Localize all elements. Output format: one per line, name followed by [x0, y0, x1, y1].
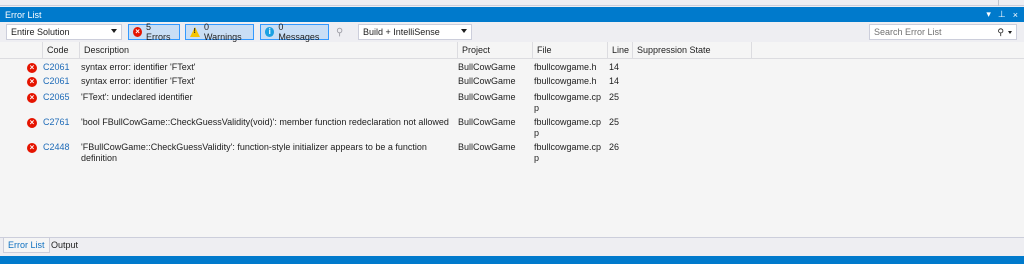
- error-file: fbullcowgame.cp: [534, 142, 602, 152]
- error-icon: ×: [27, 77, 37, 87]
- column-header-code[interactable]: Code: [42, 42, 79, 59]
- error-code-link[interactable]: C2061: [43, 76, 70, 87]
- error-code-link[interactable]: C2761: [43, 117, 70, 128]
- panel-title: Error List: [5, 9, 42, 20]
- column-header-file[interactable]: File: [532, 42, 607, 59]
- pin-icon[interactable]: ⊥: [998, 9, 1006, 20]
- filter-funnel-icon[interactable]: ⚲: [336, 27, 343, 38]
- dropdown-icon[interactable]: ▾: [986, 9, 991, 20]
- divider: [998, 0, 999, 6]
- grid-header: Code Description Project File Line Suppr…: [0, 42, 1024, 59]
- error-description: syntax error: identifier 'FText': [81, 76, 196, 86]
- error-description-wrap: definition: [81, 153, 118, 163]
- errors-filter-button[interactable]: × 5 Errors: [128, 22, 180, 42]
- error-file-wrap: p: [534, 153, 540, 163]
- error-project: BullCowGame: [458, 142, 516, 152]
- tab-error-list[interactable]: Error List: [3, 238, 50, 253]
- errors-count-label: 5 Errors: [146, 22, 171, 42]
- error-project: BullCowGame: [458, 62, 516, 72]
- chevron-down-icon: [111, 29, 117, 33]
- messages-filter-button[interactable]: i 0 Messages: [260, 22, 329, 42]
- scope-value: Entire Solution: [11, 27, 70, 37]
- error-file: fbullcowgame.cp: [534, 92, 602, 102]
- error-grid: Code Description Project File Line Suppr…: [0, 42, 1024, 237]
- top-strip: [0, 0, 1024, 6]
- error-project: BullCowGame: [458, 117, 516, 127]
- error-description: 'bool FBullCowGame::CheckGuessValidity(v…: [81, 117, 449, 127]
- table-row[interactable]: × C2061 syntax error: identifier 'FText'…: [0, 76, 1024, 90]
- error-file: fbullcowgame.h: [534, 76, 597, 86]
- column-header-suppression-state[interactable]: Suppression State: [632, 42, 752, 59]
- error-file-wrap: p: [534, 128, 540, 138]
- panel-titlebar: Error List ▾ ⊥ ×: [0, 7, 1024, 22]
- error-code-link[interactable]: C2448: [43, 142, 70, 153]
- search-placeholder: Search Error List: [874, 27, 942, 37]
- column-header-description[interactable]: Description: [79, 42, 457, 59]
- chevron-down-icon: [461, 29, 467, 33]
- error-project: BullCowGame: [458, 76, 516, 86]
- warnings-filter-button[interactable]: 0 Warnings: [185, 22, 254, 42]
- error-project: BullCowGame: [458, 92, 516, 102]
- info-icon: i: [265, 27, 275, 37]
- scope-select[interactable]: Entire Solution: [6, 24, 122, 40]
- search-icon[interactable]: ⚲: [997, 27, 1004, 38]
- messages-count-label: 0 Messages: [278, 22, 320, 42]
- search-options-icon[interactable]: [1008, 31, 1012, 34]
- error-file-wrap: p: [534, 103, 540, 113]
- error-description: 'FBullCowGame::CheckGuessValidity': func…: [81, 142, 427, 152]
- error-description: 'FText': undeclared identifier: [81, 92, 193, 102]
- column-header-project[interactable]: Project: [457, 42, 532, 59]
- search-input[interactable]: Search Error List ⚲: [869, 24, 1017, 40]
- close-icon[interactable]: ×: [1013, 10, 1018, 20]
- error-icon: ×: [27, 63, 37, 73]
- error-file: fbullcowgame.cp: [534, 117, 602, 127]
- table-row[interactable]: × C2761 'bool FBullCowGame::CheckGuessVa…: [0, 117, 1024, 141]
- status-bar: [0, 256, 1024, 264]
- table-row[interactable]: × C2065 'FText': undeclared identifier B…: [0, 92, 1024, 116]
- error-line: 14: [609, 76, 620, 86]
- column-header-line[interactable]: Line: [607, 42, 632, 59]
- error-line: 25: [609, 117, 620, 127]
- build-source-value: Build + IntelliSense: [363, 27, 440, 37]
- table-row[interactable]: × C2448 'FBullCowGame::CheckGuessValidit…: [0, 142, 1024, 166]
- error-file: fbullcowgame.h: [534, 62, 597, 72]
- bottom-tab-strip: Error List Output: [0, 237, 1024, 253]
- error-description: syntax error: identifier 'FText': [81, 62, 196, 72]
- warning-icon: [190, 27, 200, 37]
- error-icon: ×: [27, 93, 37, 103]
- error-icon: ×: [27, 118, 37, 128]
- error-code-link[interactable]: C2065: [43, 92, 70, 103]
- error-line: 26: [609, 142, 620, 152]
- tab-output[interactable]: Output: [47, 238, 82, 253]
- error-icon: ×: [133, 27, 143, 37]
- build-source-select[interactable]: Build + IntelliSense: [358, 24, 472, 40]
- warnings-count-label: 0 Warnings: [204, 22, 242, 42]
- error-line: 25: [609, 92, 620, 102]
- error-code-link[interactable]: C2061: [43, 62, 70, 73]
- error-line: 14: [609, 62, 620, 72]
- window-controls: ▾ ⊥ ×: [986, 7, 1018, 22]
- error-icon: ×: [27, 143, 37, 153]
- table-row[interactable]: × C2061 syntax error: identifier 'FText'…: [0, 62, 1024, 76]
